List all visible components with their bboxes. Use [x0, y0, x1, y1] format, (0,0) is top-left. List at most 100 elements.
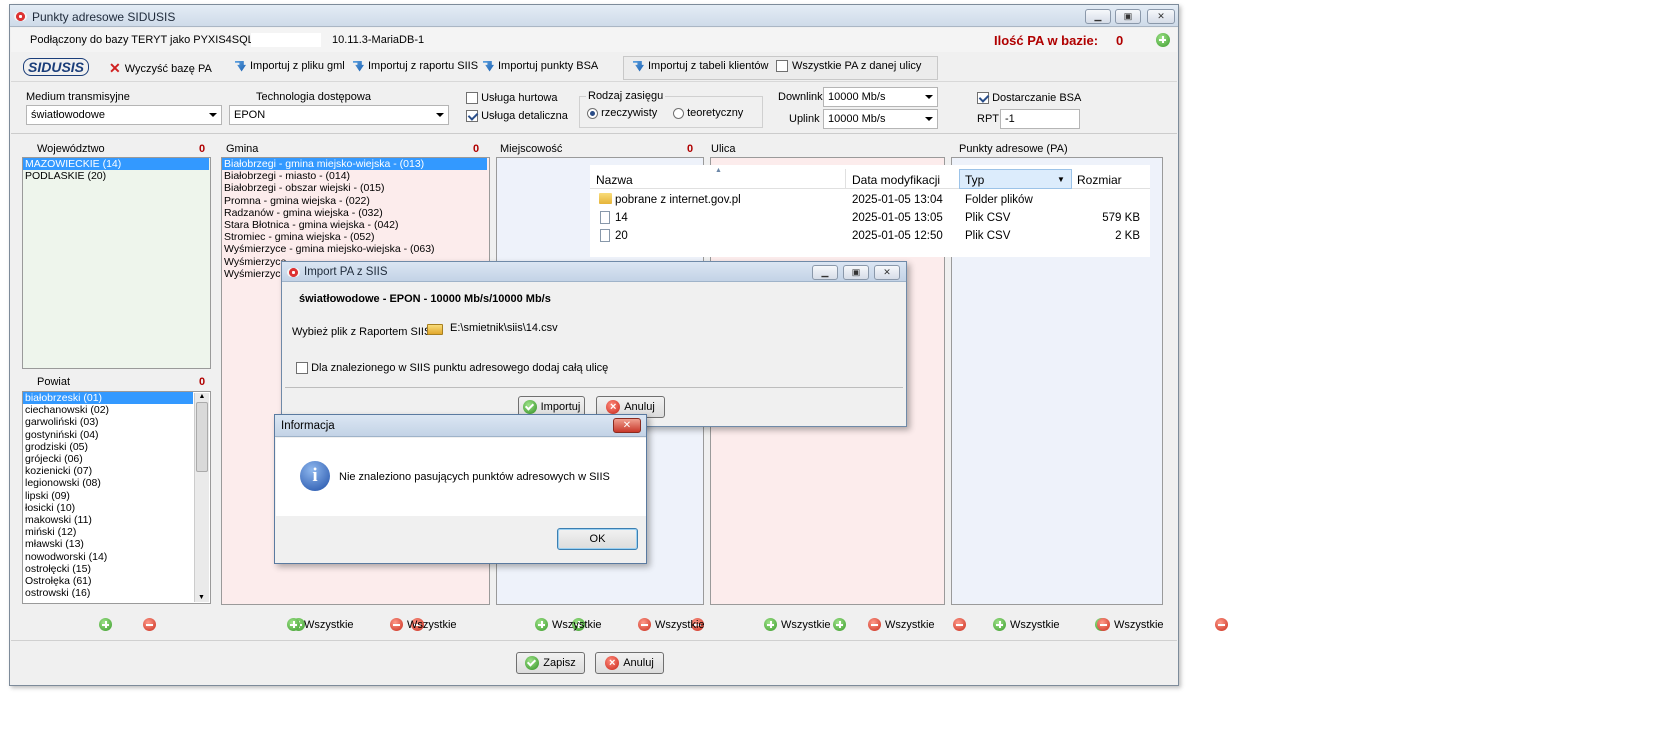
remove-icon — [638, 618, 651, 631]
remove-all-button[interactable]: Wszystkie — [868, 618, 935, 631]
list-item[interactable]: legionowski (08) — [23, 477, 210, 489]
col-type[interactable]: Typ — [965, 173, 984, 187]
tech-select[interactable]: EPON — [229, 105, 449, 125]
list-item[interactable]: Ostrołęka (61) — [23, 575, 210, 587]
list-item[interactable]: MAZOWIECKIE (14) — [23, 158, 209, 171]
checkbox[interactable] — [466, 110, 478, 123]
chevron-down-icon — [436, 113, 444, 117]
list-item[interactable]: lipski (09) — [23, 490, 210, 502]
scroll-thumb[interactable] — [196, 402, 208, 472]
list-item[interactable]: grodziski (05) — [23, 441, 210, 453]
powiat-label: Powiat — [37, 376, 71, 388]
retail-checkbox[interactable]: Usługa detaliczna — [466, 110, 568, 123]
remove-icon[interactable] — [1214, 618, 1228, 631]
import-dialog-titlebar: Import PA z SIIS ▁ ▣ ✕ — [282, 262, 906, 282]
remove-icon[interactable] — [143, 618, 157, 631]
file-header: Nazwa ▲ Data modyfikacji Typ ▼ Rozmiar — [590, 167, 1150, 189]
clear-db-button[interactable]: ✕ Wyczyść bazę PA — [109, 60, 212, 77]
tech-label: Technologia dostępowa — [256, 91, 371, 103]
file-type: Folder plików — [965, 194, 1033, 206]
voiv-list[interactable]: MAZOWIECKIE (14) PODLASKIE (20) — [22, 157, 211, 369]
list-item[interactable]: białobrzeski (01) — [23, 392, 193, 405]
scrollbar[interactable]: ▲ ▼ — [194, 393, 209, 602]
list-item[interactable]: PODLASKIE (20) — [23, 170, 210, 182]
add-icon[interactable] — [99, 618, 112, 631]
radio[interactable] — [673, 107, 684, 119]
save-button[interactable]: Zapisz — [516, 652, 585, 674]
close-button[interactable]: ✕ — [613, 418, 641, 433]
scroll-up-icon[interactable]: ▲ — [195, 393, 209, 400]
list-item[interactable]: gostyniński (04) — [23, 429, 210, 441]
list-item[interactable]: Wyśmierzyce - gmina miejsko-wiejska - (0… — [222, 243, 489, 255]
import-dialog-title: Import PA z SIIS — [304, 266, 388, 278]
remove-all-button[interactable]: Wszystkie — [638, 618, 705, 631]
range-theory-radio[interactable]: teoretyczny — [673, 107, 743, 119]
list-item[interactable]: Białobrzegi - obszar wiejski - (015) — [222, 182, 489, 194]
minimize-button[interactable]: ▁ — [812, 265, 838, 280]
x-icon: ✕ — [109, 60, 121, 76]
list-item[interactable]: Białobrzegi - gmina miejsko-wiejska - (0… — [222, 158, 487, 171]
list-item[interactable]: ostrowski (16) — [23, 587, 210, 599]
col-size[interactable]: Rozmiar — [1077, 173, 1122, 187]
checkbox[interactable] — [466, 92, 478, 105]
list-item[interactable]: makowski (11) — [23, 514, 210, 526]
all-street-checkbox[interactable]: Wszystkie PA z danej ulicy — [776, 60, 921, 72]
info-message: Nie znaleziono pasujących punktów adreso… — [339, 471, 610, 483]
range-real-radio[interactable]: rzeczywisty — [587, 107, 657, 119]
checkbox[interactable] — [776, 60, 788, 72]
list-item[interactable]: miński (12) — [23, 526, 210, 538]
minimize-button[interactable]: ▁ — [1085, 9, 1111, 24]
import-siis-button[interactable]: Importuj z raportu SIIS — [353, 60, 478, 72]
open-folder-icon[interactable] — [427, 324, 443, 335]
scroll-down-icon[interactable]: ▼ — [198, 594, 205, 601]
file-type: Plik CSV — [965, 230, 1011, 242]
remove-all-button[interactable]: Wszystkie — [390, 618, 457, 631]
voiv-count: 0 — [199, 143, 206, 155]
checkbox[interactable] — [296, 362, 308, 375]
list-item[interactable]: Stara Błotnica - gmina wiejska - (042) — [222, 219, 489, 231]
maximize-button[interactable]: ▣ — [843, 265, 869, 280]
list-item[interactable]: Białobrzegi - miasto - (014) — [222, 170, 489, 182]
chevron-down-icon[interactable]: ▼ — [1057, 175, 1065, 184]
cancel-button[interactable]: × Anuluj — [595, 652, 664, 674]
list-item[interactable]: grójecki (06) — [23, 453, 210, 465]
maximize-button[interactable]: ▣ — [1115, 9, 1141, 24]
whole-street-checkbox[interactable]: Dla znalezionego w SIIS punktu adresoweg… — [296, 362, 608, 375]
close-button[interactable]: ✕ — [1147, 9, 1175, 24]
close-button[interactable]: ✕ — [874, 265, 900, 280]
import-clients-button[interactable]: Importuj z tabeli klientów — [633, 60, 768, 72]
add-all-button[interactable]: Wszystkie — [993, 618, 1060, 631]
add-all-button[interactable]: Wszystkie — [287, 618, 354, 631]
list-item[interactable]: Promna - gmina wiejska - (022) — [222, 195, 489, 207]
list-item[interactable]: ciechanowski (02) — [23, 404, 210, 416]
info-dialog-titlebar: Informacja ✕ — [275, 415, 646, 437]
list-item[interactable]: ostrołęcki (15) — [23, 563, 210, 575]
remove-all-button[interactable]: Wszystkie — [1097, 618, 1164, 631]
ok-button[interactable]: OK — [557, 528, 638, 550]
checkbox[interactable] — [977, 92, 989, 105]
add-all-button[interactable]: Wszystkie — [535, 618, 602, 631]
import-gml-button[interactable]: Importuj z pliku gml — [235, 60, 345, 72]
uplink-select[interactable]: 10000 Mb/s — [823, 109, 938, 129]
rpt-input[interactable]: -1 — [1000, 109, 1080, 129]
downlink-select[interactable]: 10000 Mb/s — [823, 87, 938, 107]
list-item[interactable]: Radzanów - gmina wiejska - (032) — [222, 207, 489, 219]
bsa-checkbox[interactable]: Dostarczanie BSA — [977, 92, 1081, 105]
ulica-label: Ulica — [711, 143, 736, 155]
col-date[interactable]: Data modyfikacji — [852, 173, 940, 187]
list-item[interactable]: Stromiec - gmina wiejska - (052) — [222, 231, 489, 243]
file-size: 2 KB — [1115, 230, 1140, 242]
radio[interactable] — [587, 107, 598, 119]
refresh-icon[interactable] — [1156, 33, 1170, 47]
list-item[interactable]: garwoliński (03) — [23, 416, 210, 428]
wholesale-checkbox[interactable]: Usługa hurtowa — [466, 92, 558, 105]
col-name[interactable]: Nazwa — [596, 173, 633, 187]
list-item[interactable]: łosicki (10) — [23, 502, 210, 514]
import-bsa-button[interactable]: Importuj punkty BSA — [483, 60, 598, 72]
powiat-list[interactable]: białobrzeski (01) ciechanowski (02) garw… — [22, 391, 211, 604]
list-item[interactable]: kozienicki (07) — [23, 465, 210, 477]
add-all-button[interactable]: Wszystkie — [764, 618, 831, 631]
medium-select[interactable]: światłowodowe — [26, 105, 222, 125]
list-item[interactable]: mławski (13) — [23, 538, 210, 550]
list-item[interactable]: nowodworski (14) — [23, 551, 210, 563]
